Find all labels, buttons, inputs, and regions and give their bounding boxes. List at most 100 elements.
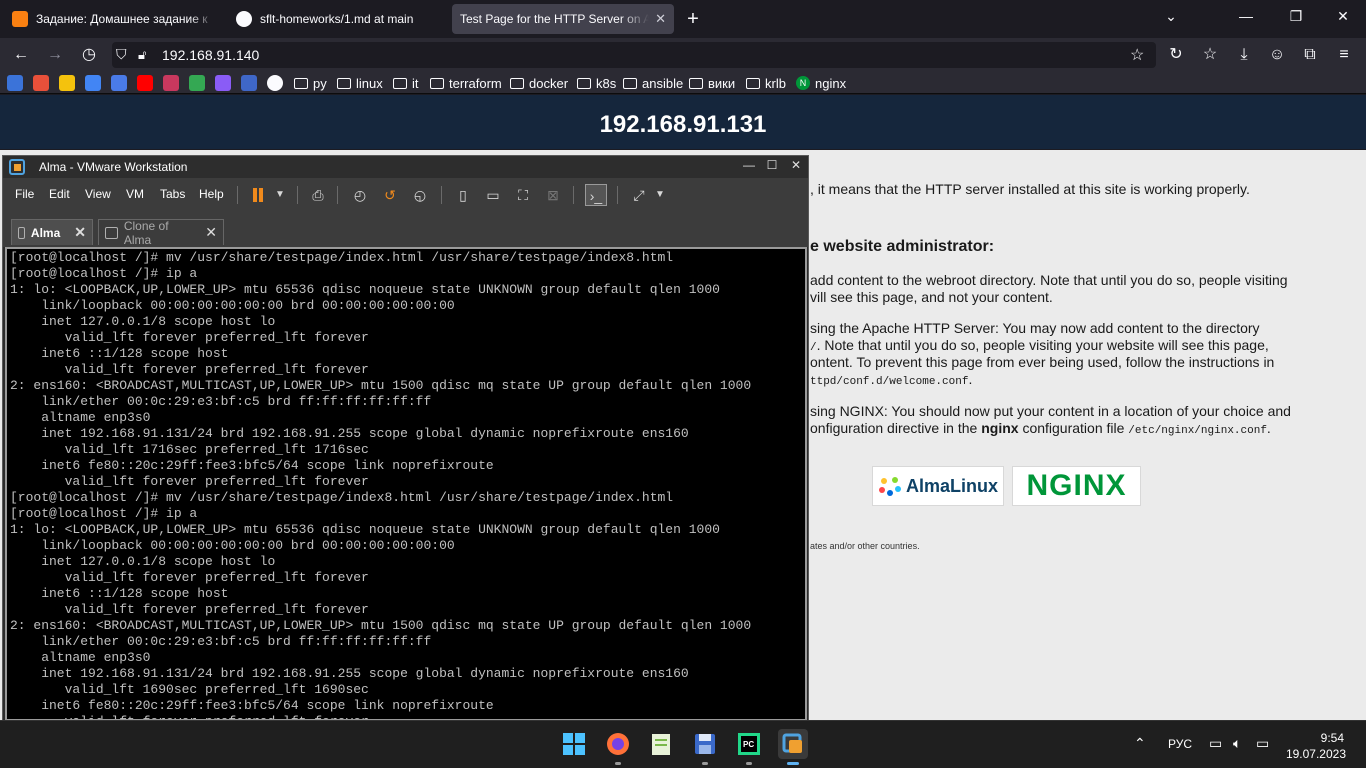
pycharm-taskbar-button[interactable]: PC — [734, 729, 764, 765]
unity-icon[interactable]: ⊠ — [542, 184, 564, 206]
vm-tab-alma[interactable]: Alma ✕ — [11, 219, 93, 245]
library-view-icon[interactable]: ▯ — [452, 184, 474, 206]
moodle-icon — [12, 11, 28, 27]
menu-edit[interactable]: Edit — [49, 187, 70, 201]
close-icon[interactable]: ✕ — [74, 224, 86, 241]
back-icon[interactable]: ← — [10, 44, 32, 66]
calendar-icon[interactable] — [85, 75, 101, 91]
console-line: inet6 ::1/128 scope host — [10, 346, 229, 361]
network-icon[interactable]: ▭ — [1209, 735, 1222, 752]
full-screen-icon[interactable]: ⛶ — [512, 184, 534, 206]
paragraph-text: configuration file — [1018, 420, 1129, 436]
url-bar[interactable]: ⛉ 🔓︎ ☆ — [112, 42, 1156, 68]
vm-tab-clone-of-alma[interactable]: Clone of Alma ✕ — [98, 219, 224, 247]
browser-tab-bar: Задание: Домашнее задание к sflt-homewor… — [0, 0, 1366, 38]
console-line: link/ether 00:0c:29:e3:bf:c5 brd ff:ff:f… — [10, 634, 432, 649]
power-dropdown-icon[interactable]: ▼ — [269, 184, 291, 206]
close-icon[interactable]: ✕ — [205, 224, 217, 241]
close-tab-icon[interactable]: ✕ — [655, 11, 666, 27]
bookmark-folder-linux[interactable]: linux — [337, 75, 383, 91]
bookmark-folder-terraform[interactable]: terraform — [430, 75, 502, 91]
bookmark-nginx[interactable]: Nnginx — [796, 75, 846, 91]
bookmark-folder-wiki[interactable]: вики — [689, 75, 735, 91]
bookmark-folder-krlb[interactable]: krlb — [746, 75, 786, 91]
extensions-icon[interactable]: ⧉ — [1299, 44, 1321, 66]
minimize-icon[interactable]: — — [741, 158, 757, 172]
menu-view[interactable]: View — [85, 187, 111, 201]
menu-file[interactable]: File — [15, 187, 34, 201]
tab-test-page[interactable]: Test Page for the HTTP Server on Al ✕ — [452, 4, 674, 34]
minimize-icon[interactable]: — — [1236, 8, 1256, 24]
snapshot-icon[interactable]: ◴ — [349, 184, 371, 206]
almalinux-logo[interactable]: AlmaLinux — [872, 466, 1004, 506]
reload-icon[interactable]: ↻ — [1165, 44, 1187, 66]
page-title: 192.168.91.131 — [599, 111, 767, 138]
list-all-tabs-icon[interactable]: ⌄ — [1161, 8, 1181, 25]
bookmark-folder-py[interactable]: py — [294, 75, 327, 91]
bookmark-folder-k8s[interactable]: k8s — [577, 75, 616, 91]
maps-icon[interactable] — [189, 75, 205, 91]
menu-tabs[interactable]: Tabs — [160, 187, 185, 201]
shield-icon[interactable]: ⛉ — [116, 46, 127, 63]
console-view-icon[interactable]: ›_ — [585, 184, 607, 206]
github-icon[interactable] — [267, 75, 283, 91]
console-line: inet6 fe80::20c:29ff:fee3:bfc5/64 scope … — [10, 458, 494, 473]
bookmark-app-icon[interactable] — [163, 75, 179, 91]
tab-github-homeworks[interactable]: sflt-homeworks/1.md at main — [228, 4, 448, 34]
url-text[interactable]: 192.168.91.140 — [162, 47, 259, 63]
notepad-plus-plus-icon — [652, 734, 670, 755]
notepad-taskbar-button[interactable] — [646, 729, 676, 759]
battery-icon[interactable]: ▭ — [1256, 735, 1269, 752]
docs-icon[interactable] — [111, 75, 127, 91]
firefox-taskbar-button[interactable] — [603, 729, 633, 765]
history-icon[interactable]: ◷ — [78, 44, 100, 66]
bookmark-label: it — [412, 75, 419, 91]
account-avatar-icon[interactable]: ☺ — [1266, 44, 1288, 66]
snapshot-manager-icon[interactable]: ◵ — [409, 184, 431, 206]
vmware-title-bar[interactable]: Alma - VMware Workstation — ☐ ✕ — [3, 156, 808, 178]
send-ctrl-alt-del-icon[interactable]: ⎙ — [307, 184, 329, 206]
maximize-icon[interactable]: ☐ — [764, 158, 780, 172]
gmail-icon[interactable] — [33, 75, 49, 91]
show-hidden-icons-icon[interactable]: ⌃ — [1134, 735, 1146, 752]
restore-icon[interactable]: ❐ — [1286, 8, 1306, 25]
youtube-icon[interactable] — [137, 75, 153, 91]
close-icon[interactable]: ✕ — [788, 158, 804, 172]
console-line: valid_lft forever preferred_lft forever — [10, 474, 369, 489]
saved-bookmarks-icon[interactable]: ☆ — [1199, 44, 1221, 66]
file-manager-taskbar-button[interactable] — [690, 729, 720, 765]
volume-icon[interactable]: 🔈︎ — [1233, 735, 1241, 752]
forward-icon[interactable]: → — [44, 44, 66, 66]
input-language-indicator[interactable]: РУС — [1168, 737, 1192, 751]
stretch-dropdown-icon[interactable]: ▼ — [649, 184, 671, 206]
start-button[interactable] — [559, 729, 589, 759]
floppy-disk-icon — [695, 734, 715, 754]
bookmark-folder-ansible[interactable]: ansible — [623, 75, 683, 91]
revert-snapshot-icon[interactable]: ↺ — [379, 184, 401, 206]
pause-vm-button[interactable] — [247, 184, 269, 206]
mail-icon[interactable] — [7, 75, 23, 91]
keep-icon[interactable] — [59, 75, 75, 91]
clock-time[interactable]: 9:54 — [1321, 731, 1344, 745]
photos-icon[interactable] — [215, 75, 231, 91]
clock-date[interactable]: 19.07.2023 — [1286, 747, 1346, 761]
bookmark-folder-it[interactable]: it — [393, 75, 419, 91]
vm-console[interactable]: [root@localhost /]# mv /usr/share/testpa… — [5, 247, 807, 721]
thumbnail-bar-icon[interactable]: ▭ — [482, 184, 504, 206]
new-tab-button[interactable]: + — [682, 8, 704, 30]
footer-text: ates and/or other countries. — [810, 541, 920, 551]
menu-vm[interactable]: VM — [126, 187, 144, 201]
yc-icon[interactable] — [241, 75, 257, 91]
bookmark-star-icon[interactable]: ☆ — [1130, 45, 1144, 65]
folder-icon — [577, 77, 591, 89]
bookmark-folder-docker[interactable]: docker — [510, 75, 568, 91]
lock-icon[interactable]: 🔓︎ — [138, 47, 146, 63]
menu-help[interactable]: Help — [199, 187, 224, 201]
nginx-logo[interactable]: NGINX — [1012, 466, 1141, 506]
vmware-taskbar-button[interactable] — [778, 729, 808, 765]
menu-icon[interactable]: ≡ — [1333, 44, 1355, 66]
tab-homework-assignment[interactable]: Задание: Домашнее задание к — [4, 4, 224, 34]
downloads-icon[interactable]: ⤓ — [1233, 44, 1255, 66]
close-window-icon[interactable]: ✕ — [1333, 8, 1353, 25]
stretch-guest-icon[interactable]: ⤢ — [628, 184, 650, 206]
